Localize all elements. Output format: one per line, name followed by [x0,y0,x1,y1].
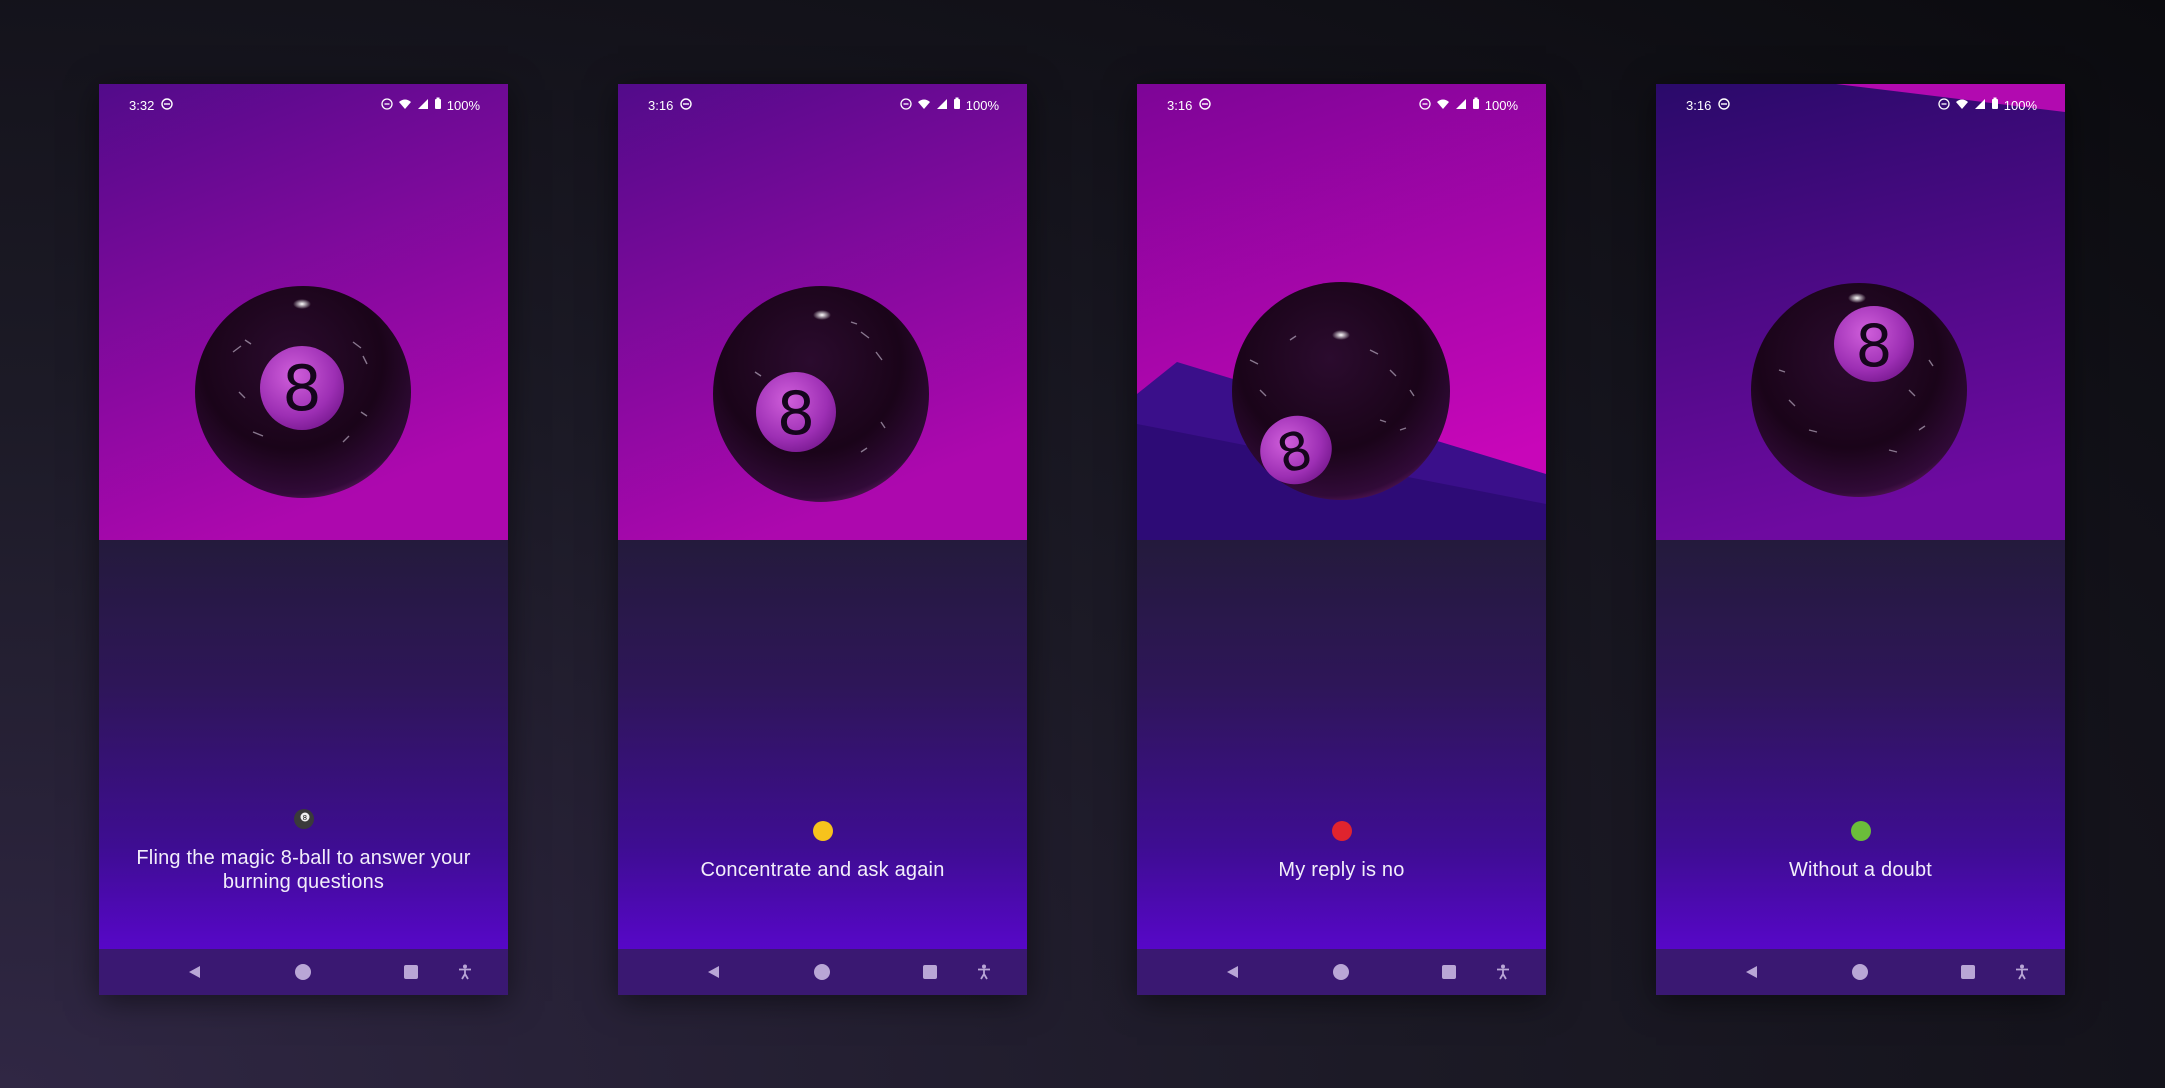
phone-screen-3: 8 3:16 100% My reply is no [1137,84,1546,995]
notification-icon [161,98,173,113]
magic-8-ball[interactable]: 8 [193,282,413,502]
battery-icon [434,97,442,113]
magic-8-ball[interactable]: 8 [1230,280,1452,502]
phone-screen-4: 8 3:16 100% Without a doubt [1656,84,2065,995]
recents-icon[interactable] [398,959,424,985]
answer-text: Fling the magic 8-ball to answer your bu… [136,847,471,893]
wifi-icon [917,98,931,113]
phone-screen-2: 8 3:16 100% Concentrate and ask again [618,84,1027,995]
dnd-icon [1938,97,1950,113]
status-bar: 3:16 100% [1656,84,2065,128]
notification-icon [1718,98,1730,113]
answer-block: Concentrate and ask again [638,820,1007,882]
answer-panel: Without a doubt [1656,540,2065,949]
status-bar: 3:16 100% [618,84,1027,128]
signal-icon [417,98,429,113]
recents-icon[interactable] [1436,959,1462,985]
navigation-bar [1656,949,2065,995]
answer-block: Without a doubt [1676,820,2045,882]
answer-text: My reply is no [1278,859,1405,881]
status-time: 3:32 [129,98,155,113]
battery-icon [1991,97,1999,113]
ball-scene[interactable]: 8 [99,84,508,540]
answer-text: Concentrate and ask again [700,859,945,881]
ball-number: 8 [282,352,321,425]
yellow-circle-icon [638,820,1007,848]
accessibility-icon[interactable] [2009,959,2035,985]
recents-icon[interactable] [1955,959,1981,985]
battery-percent: 100% [2003,97,2037,113]
navigation-bar [99,949,508,995]
back-icon[interactable] [1219,959,1245,985]
notification-icon [1199,98,1211,113]
8-ball-icon: 8 [119,808,488,836]
status-bar: 3:32 100% [99,84,508,128]
answer-text: Without a doubt [1788,859,1933,881]
battery-percent: 100% [1484,97,1518,113]
phone-screen-1: 8 3:32 100% 8 Fling the magic 8-ball to … [99,84,508,995]
answer-panel: Concentrate and ask again [618,540,1027,949]
accessibility-icon[interactable] [971,959,997,985]
back-icon[interactable] [181,959,207,985]
magic-8-ball[interactable]: 8 [711,282,931,502]
navigation-bar [618,949,1027,995]
battery-icon [1472,97,1480,113]
home-icon[interactable] [1328,959,1354,985]
notification-icon [680,98,692,113]
ball-number: 8 [1856,312,1893,380]
dnd-icon [900,97,912,113]
battery-percent: 100% [446,97,480,113]
ball-number: 8 [777,379,815,449]
status-time: 3:16 [1167,98,1193,113]
answer-block: My reply is no [1157,820,1526,882]
home-icon[interactable] [290,959,316,985]
signal-icon [1455,98,1467,113]
home-icon[interactable] [1847,959,1873,985]
back-icon[interactable] [1738,959,1764,985]
signal-icon [1974,98,1986,113]
accessibility-icon[interactable] [452,959,478,985]
battery-percent: 100% [965,97,999,113]
signal-icon [936,98,948,113]
status-time: 3:16 [1686,98,1712,113]
green-circle-icon [1676,820,2045,848]
answer-block: 8 Fling the magic 8-ball to answer your … [119,808,488,894]
status-bar: 3:16 100% [1137,84,1546,128]
svg-text:8: 8 [302,814,307,822]
status-time: 3:16 [648,98,674,113]
battery-icon [953,97,961,113]
wifi-icon [1955,98,1969,113]
ball-scene[interactable]: 8 [1137,84,1546,540]
answer-panel: 8 Fling the magic 8-ball to answer your … [99,540,508,949]
accessibility-icon[interactable] [1490,959,1516,985]
ball-scene[interactable]: 8 [618,84,1027,540]
red-circle-icon [1157,820,1526,848]
wifi-icon [398,98,412,113]
dnd-icon [1419,97,1431,113]
answer-panel: My reply is no [1137,540,1546,949]
magic-8-ball[interactable]: 8 [1749,280,1969,500]
ball-scene[interactable]: 8 [1656,84,2065,540]
wifi-icon [1436,98,1450,113]
navigation-bar [1137,949,1546,995]
dnd-icon [381,97,393,113]
back-icon[interactable] [700,959,726,985]
home-icon[interactable] [809,959,835,985]
recents-icon[interactable] [917,959,943,985]
